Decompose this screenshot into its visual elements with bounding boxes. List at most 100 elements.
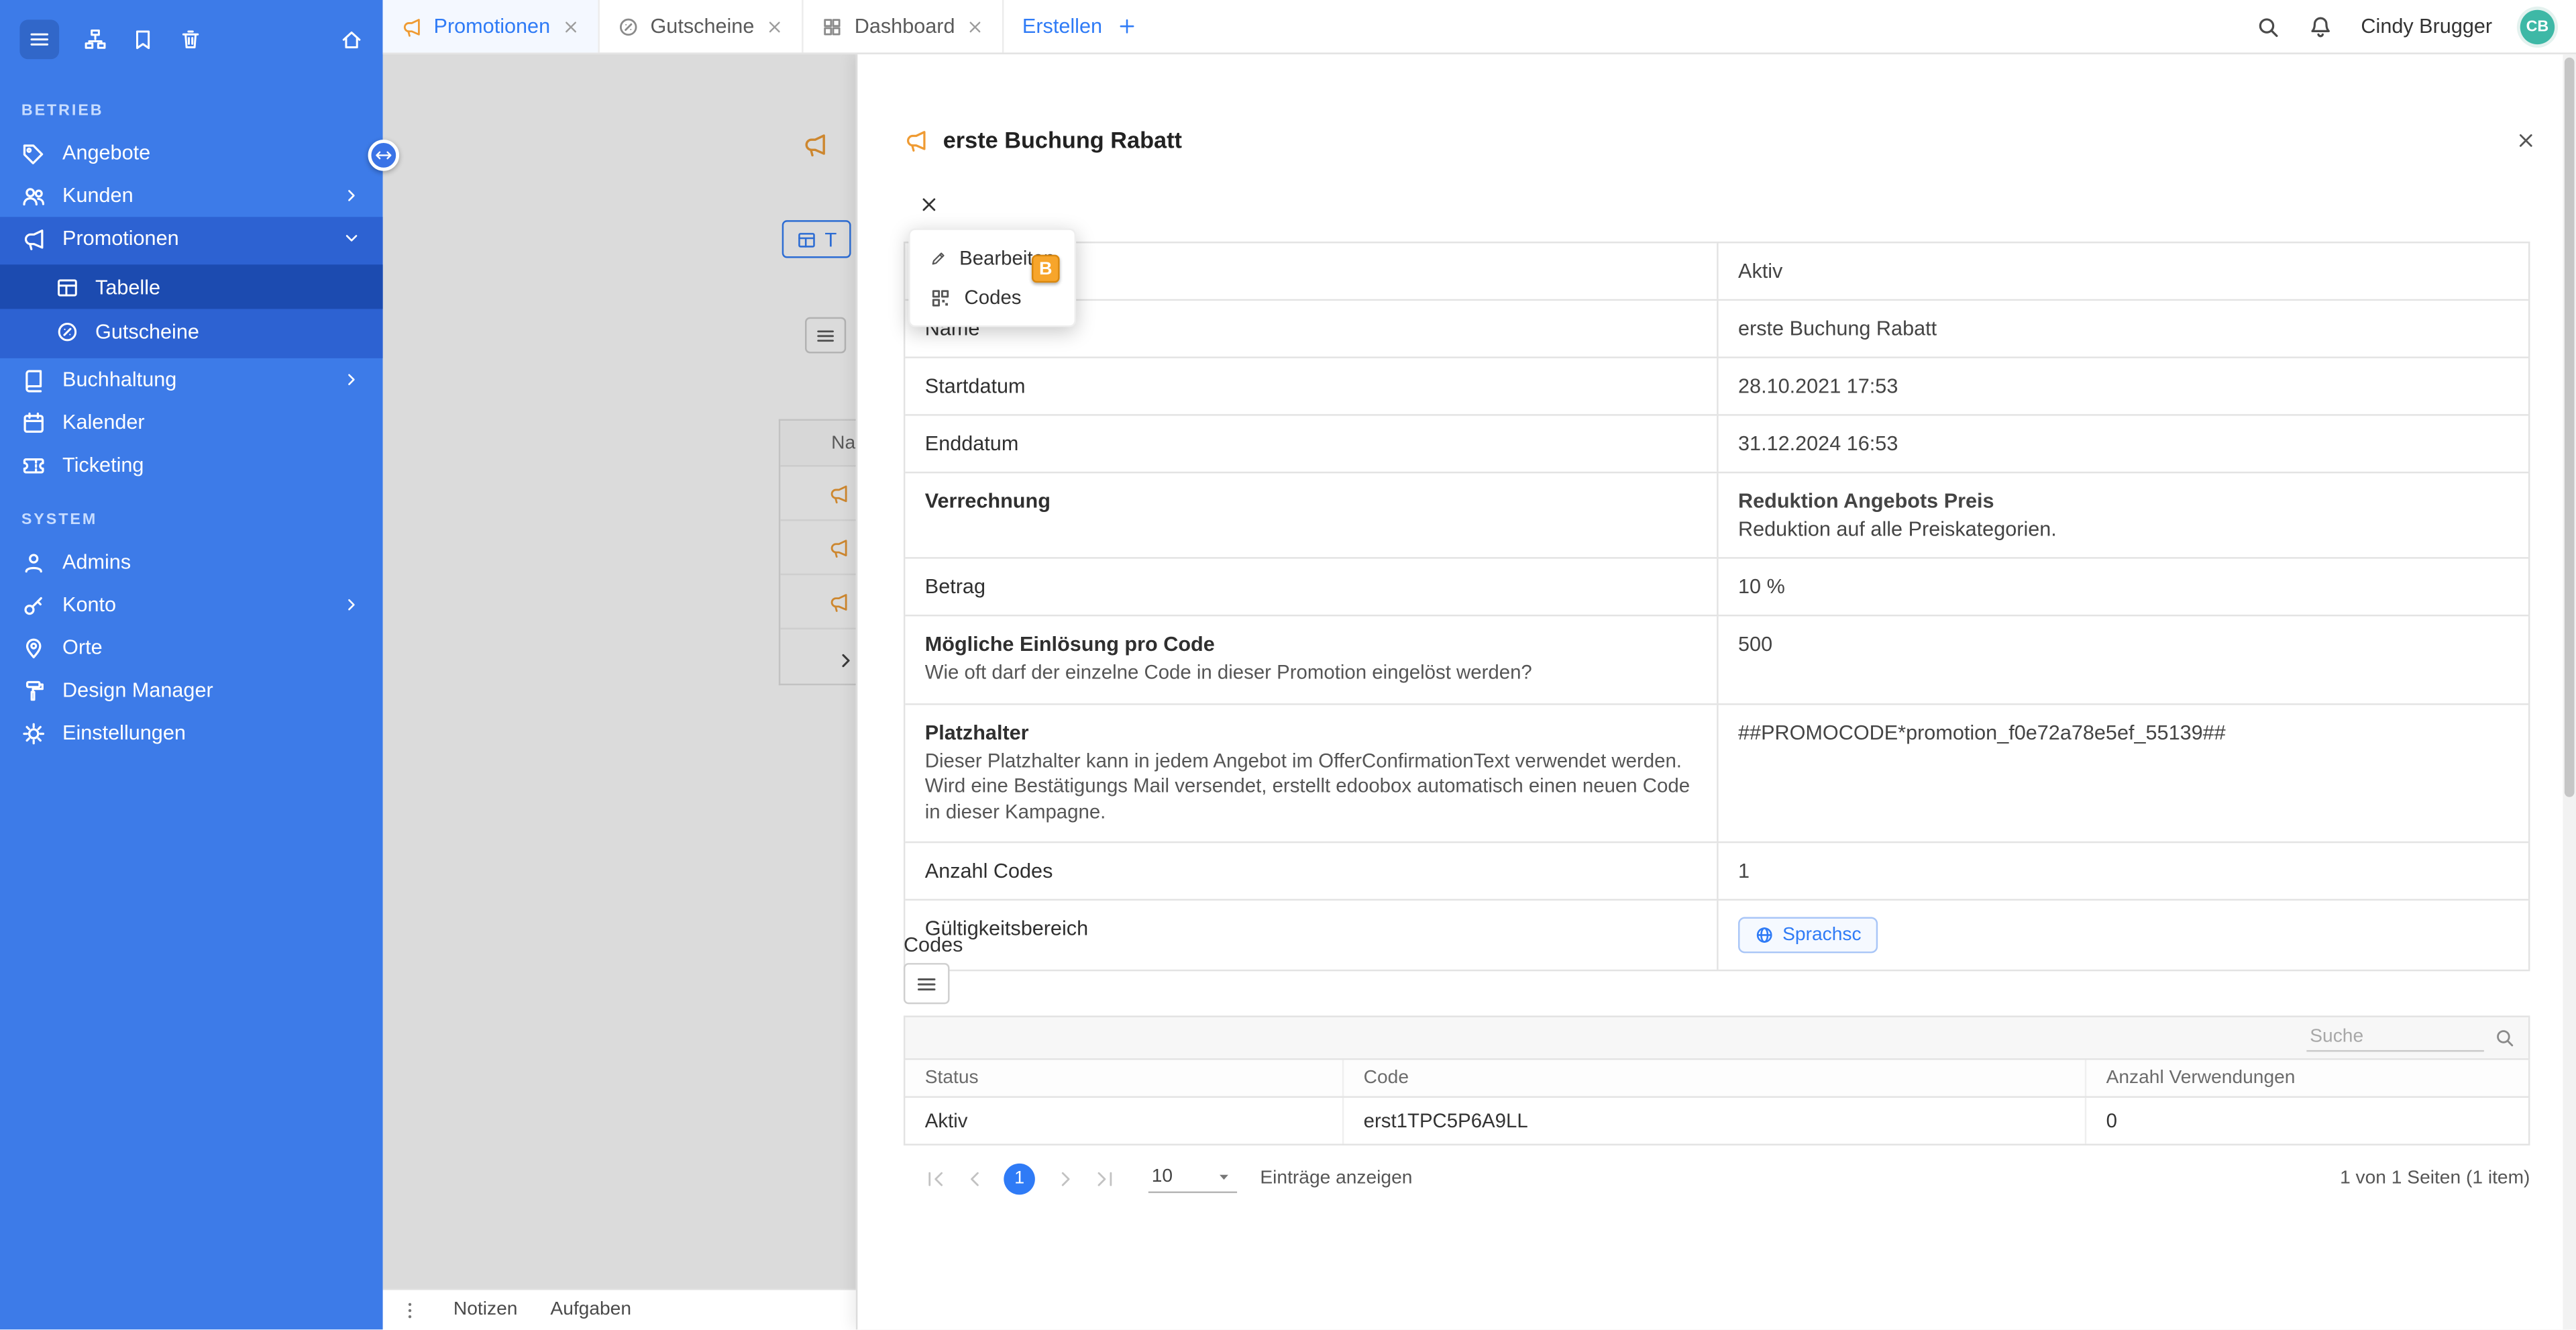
- detail-row-startdatum: Startdatum 28.10.2021 17:53: [905, 358, 2528, 416]
- background-page: T Name Notizen Aufgaben: [383, 54, 856, 1330]
- sidebar-item-promotionen[interactable]: Promotionen: [0, 217, 383, 260]
- avatar[interactable]: CB: [2520, 9, 2555, 43]
- detail-label: Verrechnung: [925, 490, 1051, 513]
- search-icon[interactable]: [2494, 1027, 2516, 1049]
- tab-dashboard[interactable]: Dashboard: [804, 0, 1004, 52]
- pagination: 1 10 Einträge anzeigen 1 von 1 Seiten (1…: [904, 1160, 2530, 1196]
- detail-row-name: Name erste Buchung Rabatt: [905, 301, 2528, 358]
- sprachsc-chip-button[interactable]: Sprachsc: [1738, 917, 1878, 954]
- bottom-bar: Notizen Aufgaben: [383, 1289, 856, 1330]
- close-icon[interactable]: [967, 17, 985, 36]
- cell-status: Aktiv: [905, 1098, 1342, 1144]
- detail-row-einloesung: Mögliche Einlösung pro Code Wie oft darf…: [905, 616, 2528, 704]
- drawer-expand-button[interactable]: [833, 640, 859, 682]
- page-size-select[interactable]: 10: [1148, 1164, 1237, 1192]
- chevron-right-icon: [341, 370, 361, 389]
- home-icon[interactable]: [340, 27, 363, 50]
- paint-roller-icon: [21, 678, 46, 703]
- detail-row-enddatum: Enddatum 31.12.2024 16:53: [905, 416, 2528, 474]
- ticket-icon: [21, 453, 46, 478]
- column-header-code: Code: [1342, 1060, 2085, 1096]
- actions-menu-toggle[interactable]: [910, 186, 947, 222]
- sidebar-item-admins[interactable]: Admins: [0, 541, 383, 584]
- sidebar-item-design-manager[interactable]: Design Manager: [0, 669, 383, 712]
- pager-next-button[interactable]: [1046, 1160, 1083, 1196]
- detail-label-desc: Wie oft darf der einzelne Code in dieser…: [925, 660, 1697, 686]
- tab-erstellen[interactable]: Erstellen: [1004, 0, 1155, 52]
- sidebar-item-label: Ticketing: [62, 454, 144, 476]
- globe-icon: [1755, 926, 1774, 945]
- bell-icon[interactable]: [2308, 14, 2333, 39]
- pager-prev-icon: [963, 1168, 985, 1189]
- key-icon: [21, 593, 46, 617]
- bottom-bar-aufgaben[interactable]: Aufgaben: [550, 1300, 631, 1320]
- sidebar-item-tabelle[interactable]: Tabelle: [0, 264, 383, 309]
- pagination-summary: 1 von 1 Seiten (1 item): [2340, 1168, 2530, 1188]
- pager-last-button[interactable]: [1086, 1160, 1122, 1196]
- bottom-bar-notizen[interactable]: Notizen: [453, 1300, 518, 1320]
- admin-user-icon: [21, 550, 46, 574]
- sidebar-item-ticketing[interactable]: Ticketing: [0, 444, 383, 487]
- map-pin-icon: [21, 635, 46, 660]
- tab-gutscheine[interactable]: Gutscheine: [600, 0, 804, 52]
- close-icon[interactable]: [765, 17, 784, 36]
- scrollbar-thumb[interactable]: [2565, 58, 2575, 797]
- trash-icon[interactable]: [179, 27, 202, 50]
- codes-toolbar: [904, 1015, 2530, 1060]
- search-icon[interactable]: [2256, 14, 2281, 39]
- tab-promotionen[interactable]: Promotionen: [383, 0, 600, 52]
- tab-label: Gutscheine: [650, 15, 754, 38]
- menu-item-codes[interactable]: Codes: [910, 278, 1075, 317]
- pager-next-icon: [1054, 1168, 1075, 1189]
- table-row[interactable]: Aktiv erst1TPC5P6A9LL 0: [904, 1098, 2530, 1145]
- detail-value: erste Buchung Rabatt: [1719, 301, 2528, 356]
- pager-last-icon: [1093, 1168, 1115, 1189]
- entries-label: Einträge anzeigen: [1260, 1168, 1412, 1188]
- detail-row-verrechnung: Verrechnung Reduktion Angebots Preis Red…: [905, 473, 2528, 558]
- codes-grid-menu-button[interactable]: [904, 963, 950, 1004]
- sidebar-item-label: Tabelle: [95, 275, 160, 298]
- close-icon[interactable]: [561, 17, 580, 36]
- sidebar-item-konto[interactable]: Konto: [0, 583, 383, 626]
- detail-row-betrag: Betrag 10 %: [905, 559, 2528, 617]
- sidebar-submenu-promotionen: Tabelle Gutscheine: [0, 260, 383, 358]
- sidebar-item-label: Kalender: [62, 411, 145, 433]
- detail-label: Startdatum: [925, 374, 1026, 397]
- tab-label: Erstellen: [1022, 15, 1102, 38]
- detail-value: 28.10.2021 17:53: [1719, 358, 2528, 414]
- drawer-header: erste Buchung Rabatt: [904, 127, 2536, 153]
- pager-current-page[interactable]: 1: [1004, 1163, 1035, 1194]
- sidebar-item-einstellungen[interactable]: Einstellungen: [0, 711, 383, 754]
- detail-label: Mögliche Einlösung pro Code: [925, 633, 1697, 656]
- sitemap-icon[interactable]: [84, 27, 107, 50]
- users-icon: [21, 183, 46, 208]
- pager-first-button[interactable]: [917, 1160, 953, 1196]
- dots-vertical-icon[interactable]: [399, 1300, 421, 1321]
- vertical-scrollbar[interactable]: [2563, 54, 2576, 1330]
- sidebar-resize-handle[interactable]: [368, 140, 400, 171]
- sidebar-item-label: Buchhaltung: [62, 368, 176, 391]
- sidebar-item-angebote[interactable]: Angebote: [0, 132, 383, 174]
- detail-drawer: erste Buchung Rabatt Bearbeiten Codes: [856, 54, 2576, 1330]
- detail-label-desc: Dieser Platzhalter kann in jedem Angebot…: [925, 749, 1697, 826]
- modal-dim-overlay: [383, 54, 856, 1289]
- promotion-icon: [401, 15, 423, 37]
- pager-prev-button[interactable]: [956, 1160, 992, 1196]
- menu-item-label: Codes: [965, 286, 1022, 309]
- sidebar-item-kunden[interactable]: Kunden: [0, 174, 383, 217]
- detail-row-anzahl-codes: Anzahl Codes 1: [905, 843, 2528, 901]
- detail-row-platzhalter: Platzhalter Dieser Platzhalter kann in j…: [905, 705, 2528, 844]
- detail-value: Aktiv: [1719, 243, 2528, 299]
- close-icon[interactable]: [2515, 129, 2536, 150]
- plus-icon: [1117, 16, 1136, 36]
- sidebar-item-gutscheine[interactable]: Gutscheine: [0, 309, 383, 353]
- cell-usages: 0: [2085, 1098, 2528, 1144]
- sidebar-item-orte[interactable]: Orte: [0, 626, 383, 669]
- gear-icon: [21, 721, 46, 746]
- sidebar-menu-button[interactable]: [19, 19, 59, 58]
- sidebar-item-kalender[interactable]: Kalender: [0, 401, 383, 444]
- user-name: Cindy Brugger: [2361, 15, 2492, 38]
- search-input[interactable]: [2306, 1024, 2483, 1052]
- bookmark-icon[interactable]: [131, 27, 154, 50]
- sidebar-item-buchhaltung[interactable]: Buchhaltung: [0, 358, 383, 401]
